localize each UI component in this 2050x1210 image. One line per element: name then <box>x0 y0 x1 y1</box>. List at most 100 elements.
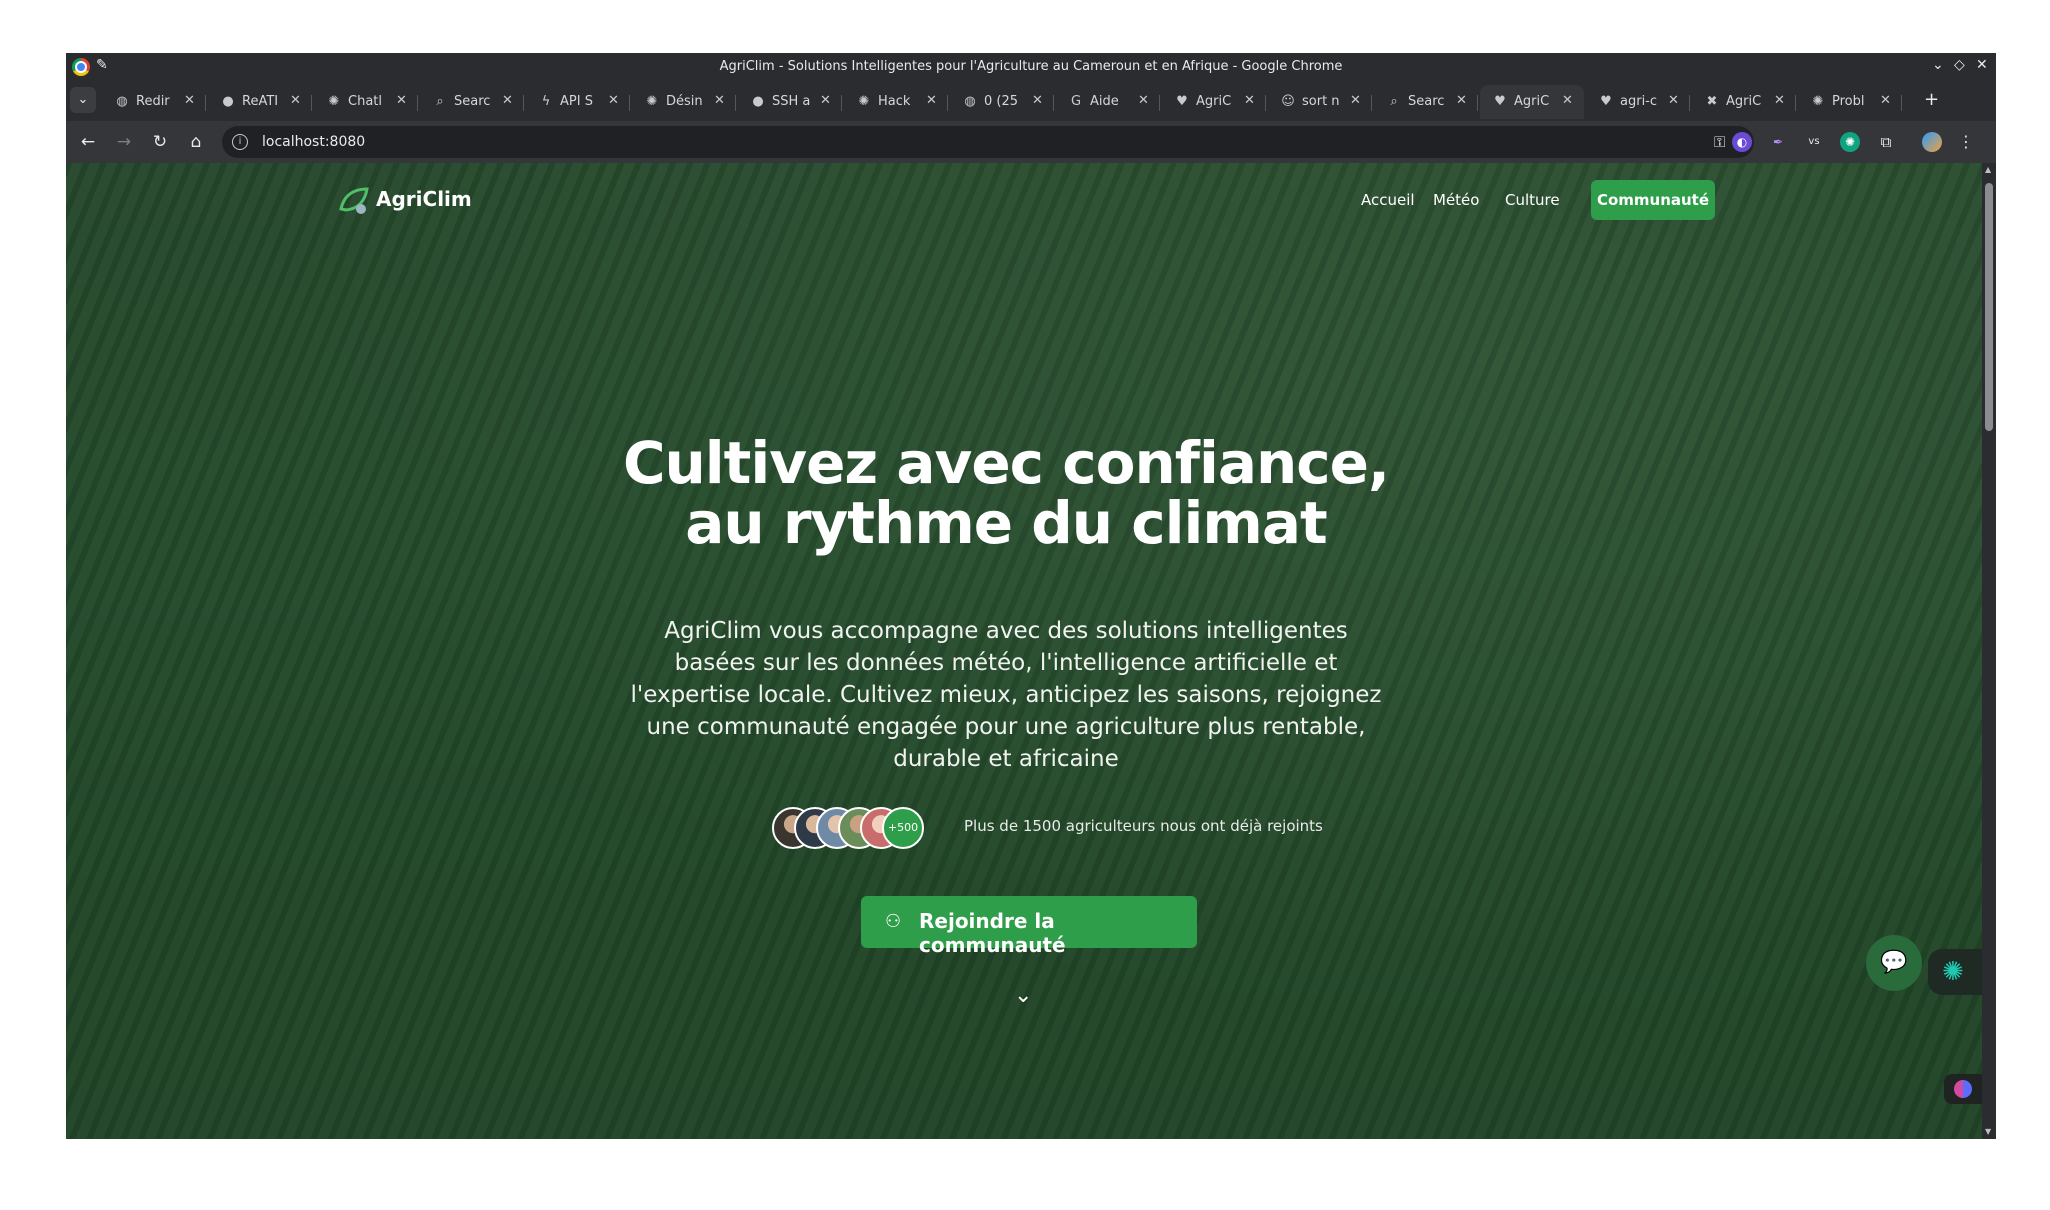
close-tab-icon[interactable]: ✕ <box>184 93 195 108</box>
scroll-up-arrow-icon[interactable]: ▲ <box>1985 165 1991 174</box>
tab-separator <box>417 95 418 111</box>
browser-tab-label: API S <box>560 94 593 109</box>
close-tab-icon[interactable]: ✕ <box>608 93 619 108</box>
nav-link-crop[interactable]: Culture <box>1505 191 1560 209</box>
agriclim-logo-icon <box>339 187 369 214</box>
browser-tab-label: Searc <box>454 94 491 109</box>
close-tab-icon[interactable]: ✕ <box>1244 93 1255 108</box>
scroll-down-arrow-icon[interactable]: ▼ <box>1985 1127 1991 1136</box>
tab-separator <box>1795 95 1796 111</box>
close-window-icon[interactable]: ✕ <box>1976 57 1988 73</box>
tab-search-icon[interactable]: ⌄ <box>70 87 96 113</box>
scroll-down-chevron-icon[interactable]: ⌄ <box>1014 983 1032 1008</box>
browser-tab[interactable]: ◍ Redir ✕ <box>102 85 206 119</box>
join-community-label: Rejoindre la communauté <box>919 909 1066 957</box>
openai-icon: ✺ <box>646 94 658 109</box>
browser-tab-label: Désin <box>666 94 703 109</box>
hero-subtitle: AgriClim vous accompagne avec des soluti… <box>630 618 1382 772</box>
nav-link-home[interactable]: Accueil <box>1361 191 1415 209</box>
browser-tab-label: Hack <box>878 94 911 109</box>
github-icon: ● <box>752 94 764 109</box>
ai-assistant-tab[interactable]: ✺ <box>1928 949 1982 995</box>
close-tab-icon[interactable]: ✕ <box>290 93 301 108</box>
back-icon[interactable]: ← <box>76 130 100 154</box>
page-scrollbar[interactable]: ▲ ▼ <box>1982 163 1996 1139</box>
browser-window: ✎ AgriClim - Solutions Intelligentes pou… <box>66 53 1996 1139</box>
browser-tab-label: sort n <box>1302 94 1340 109</box>
ghost-icon: ☺ <box>1281 94 1295 109</box>
chat-bubble-button[interactable]: 💬 <box>1866 935 1922 991</box>
openai-icon: ✺ <box>1812 94 1824 109</box>
close-tab-icon[interactable]: ✕ <box>502 93 513 108</box>
tab-separator <box>1159 95 1160 111</box>
browser-tab[interactable]: ♥ AgriC ✕ <box>1480 85 1584 119</box>
browser-tab-label: Aide <box>1090 94 1119 109</box>
home-icon[interactable]: ⌂ <box>184 130 208 154</box>
extension-quill-icon[interactable]: ✒ <box>1768 132 1788 152</box>
join-community-button[interactable]: ⚇ Rejoindre la communauté <box>861 896 1197 957</box>
browser-tab[interactable]: ϟ API S ✕ <box>526 85 630 119</box>
brand-name[interactable]: AgriClim <box>376 187 472 211</box>
address-bar[interactable]: i localhost:8080 ⚿ ☆ <box>222 126 1754 158</box>
tab-separator <box>311 95 312 111</box>
nav-link-weather[interactable]: Météo <box>1433 191 1479 209</box>
reload-icon[interactable]: ↻ <box>148 130 172 154</box>
minimize-icon[interactable]: ⌄ <box>1932 57 1944 73</box>
browser-tab[interactable]: G Aide ✕ <box>1056 85 1160 119</box>
browser-tab[interactable]: ● SSH a ✕ <box>738 85 842 119</box>
profile-avatar[interactable] <box>1922 132 1942 152</box>
close-tab-icon[interactable]: ✕ <box>1138 93 1149 108</box>
browser-tab[interactable]: ✺ Probl ✕ <box>1798 85 1902 119</box>
bug-icon: ✖ <box>1706 94 1718 109</box>
close-tab-icon[interactable]: ✕ <box>714 93 725 108</box>
browser-tab-label: AgriC <box>1196 94 1232 109</box>
browser-menu-icon[interactable]: ⋮ <box>1956 132 1976 152</box>
tab-separator <box>629 95 630 111</box>
browser-tab[interactable]: ✖ AgriC ✕ <box>1692 85 1796 119</box>
close-tab-icon[interactable]: ✕ <box>820 93 831 108</box>
browser-tab[interactable]: ☺ sort n ✕ <box>1268 85 1372 119</box>
hero-title: Cultivez avec confiance, au rythme du cl… <box>622 429 1390 557</box>
nav-community-button[interactable]: Communauté <box>1591 180 1715 220</box>
browser-tab-label: ReATI <box>242 94 279 109</box>
browser-tab[interactable]: ✺ Désin ✕ <box>632 85 736 119</box>
search-icon: ⌕ <box>1390 94 1398 109</box>
browser-tab[interactable]: ● ReATI ✕ <box>208 85 312 119</box>
restore-icon[interactable]: ◇ <box>1954 57 1965 73</box>
site-info-icon[interactable]: i <box>232 134 248 150</box>
openai-icon: ✺ <box>858 94 870 109</box>
forward-icon[interactable]: → <box>112 130 136 154</box>
password-key-icon[interactable]: ⚿ <box>1714 133 1725 151</box>
tab-separator <box>205 95 206 111</box>
browser-tab[interactable]: ⌕ Searc ✕ <box>420 85 524 119</box>
extension-brain-icon[interactable]: ◐ <box>1732 132 1752 152</box>
tab-separator <box>841 95 842 111</box>
browser-tab[interactable]: ✺ Chatl ✕ <box>314 85 418 119</box>
browser-tab-label: agri-c <box>1620 94 1658 109</box>
browser-tab[interactable]: ✺ Hack ✕ <box>844 85 948 119</box>
close-tab-icon[interactable]: ✕ <box>926 93 937 108</box>
title-bar: ✎ AgriClim - Solutions Intelligentes pou… <box>66 53 1996 81</box>
close-tab-icon[interactable]: ✕ <box>1668 93 1679 108</box>
close-tab-icon[interactable]: ✕ <box>396 93 407 108</box>
browser-tab-label: Redir <box>136 94 170 109</box>
close-tab-icon[interactable]: ✕ <box>1880 93 1891 108</box>
heart-icon: ♥ <box>1494 94 1506 109</box>
close-tab-icon[interactable]: ✕ <box>1456 93 1467 108</box>
browser-tab[interactable]: ♥ AgriC ✕ <box>1162 85 1266 119</box>
close-tab-icon[interactable]: ✕ <box>1350 93 1361 108</box>
close-tab-icon[interactable]: ✕ <box>1032 93 1043 108</box>
url-text[interactable]: localhost:8080 <box>262 134 365 150</box>
extension-vs-icon[interactable]: vs <box>1804 132 1824 152</box>
close-tab-icon[interactable]: ✕ <box>1562 93 1573 108</box>
scrollbar-thumb[interactable] <box>1985 183 1993 431</box>
new-tab-icon[interactable]: + <box>1924 89 1939 110</box>
bolt-icon: ϟ <box>541 94 551 109</box>
browser-tab[interactable]: ◍ 0 (25 ✕ <box>950 85 1054 119</box>
close-tab-icon[interactable]: ✕ <box>1774 93 1785 108</box>
floating-extension-button[interactable] <box>1944 1074 1982 1104</box>
browser-tab[interactable]: ⌕ Searc ✕ <box>1374 85 1478 119</box>
browser-tab[interactable]: ♥ agri-c ✕ <box>1586 85 1690 119</box>
extension-openai-icon[interactable]: ✺ <box>1840 132 1860 152</box>
extensions-puzzle-icon[interactable]: ⧉ <box>1876 132 1896 152</box>
